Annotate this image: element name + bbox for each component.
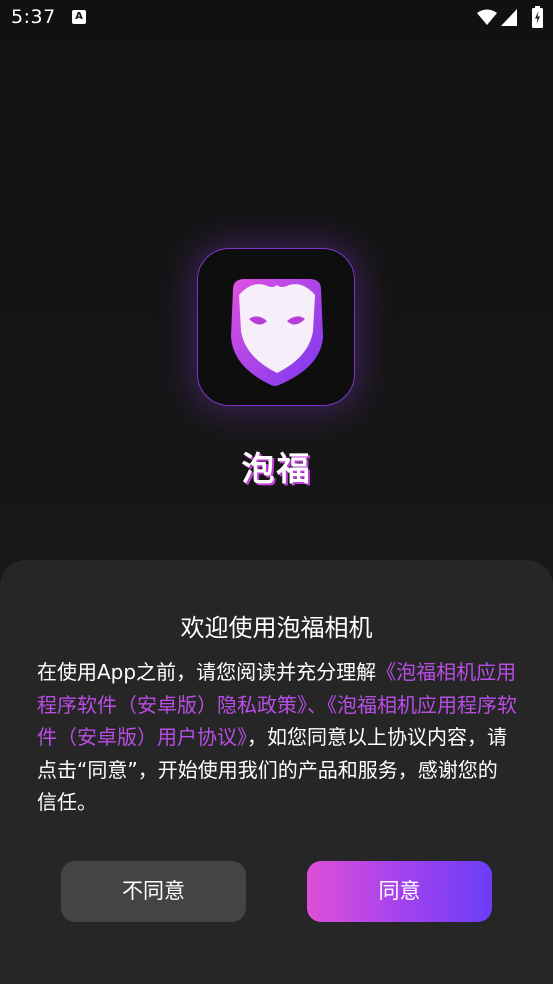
dialog-body: 在使用App之前，请您阅读并充分理解《泡福相机应用程序软件（安卓版）隐私政策》、… bbox=[37, 656, 517, 819]
link-separator: 、 bbox=[307, 692, 327, 717]
app-name: 泡福 bbox=[241, 449, 312, 488]
status-time: 5:37 bbox=[11, 6, 56, 28]
dialog-title: 欢迎使用泡福相机 bbox=[180, 614, 373, 642]
app-logo bbox=[197, 248, 355, 406]
disagree-button[interactable]: 不同意 bbox=[61, 861, 246, 922]
battery-charging-icon bbox=[532, 6, 543, 28]
status-bar: 5:37 A bbox=[0, 0, 553, 36]
a-badge-icon: A bbox=[72, 10, 86, 24]
cell-signal-icon bbox=[501, 9, 517, 26]
wifi-icon bbox=[477, 9, 497, 25]
body-prefix: 在使用App之前，请您阅读并充分理解 bbox=[37, 660, 377, 684]
mask-logo-icon bbox=[231, 279, 323, 386]
privacy-dialog: 欢迎使用泡福相机 在使用App之前，请您阅读并充分理解《泡福相机应用程序软件（安… bbox=[0, 560, 553, 984]
agree-button[interactable]: 同意 bbox=[307, 861, 492, 922]
